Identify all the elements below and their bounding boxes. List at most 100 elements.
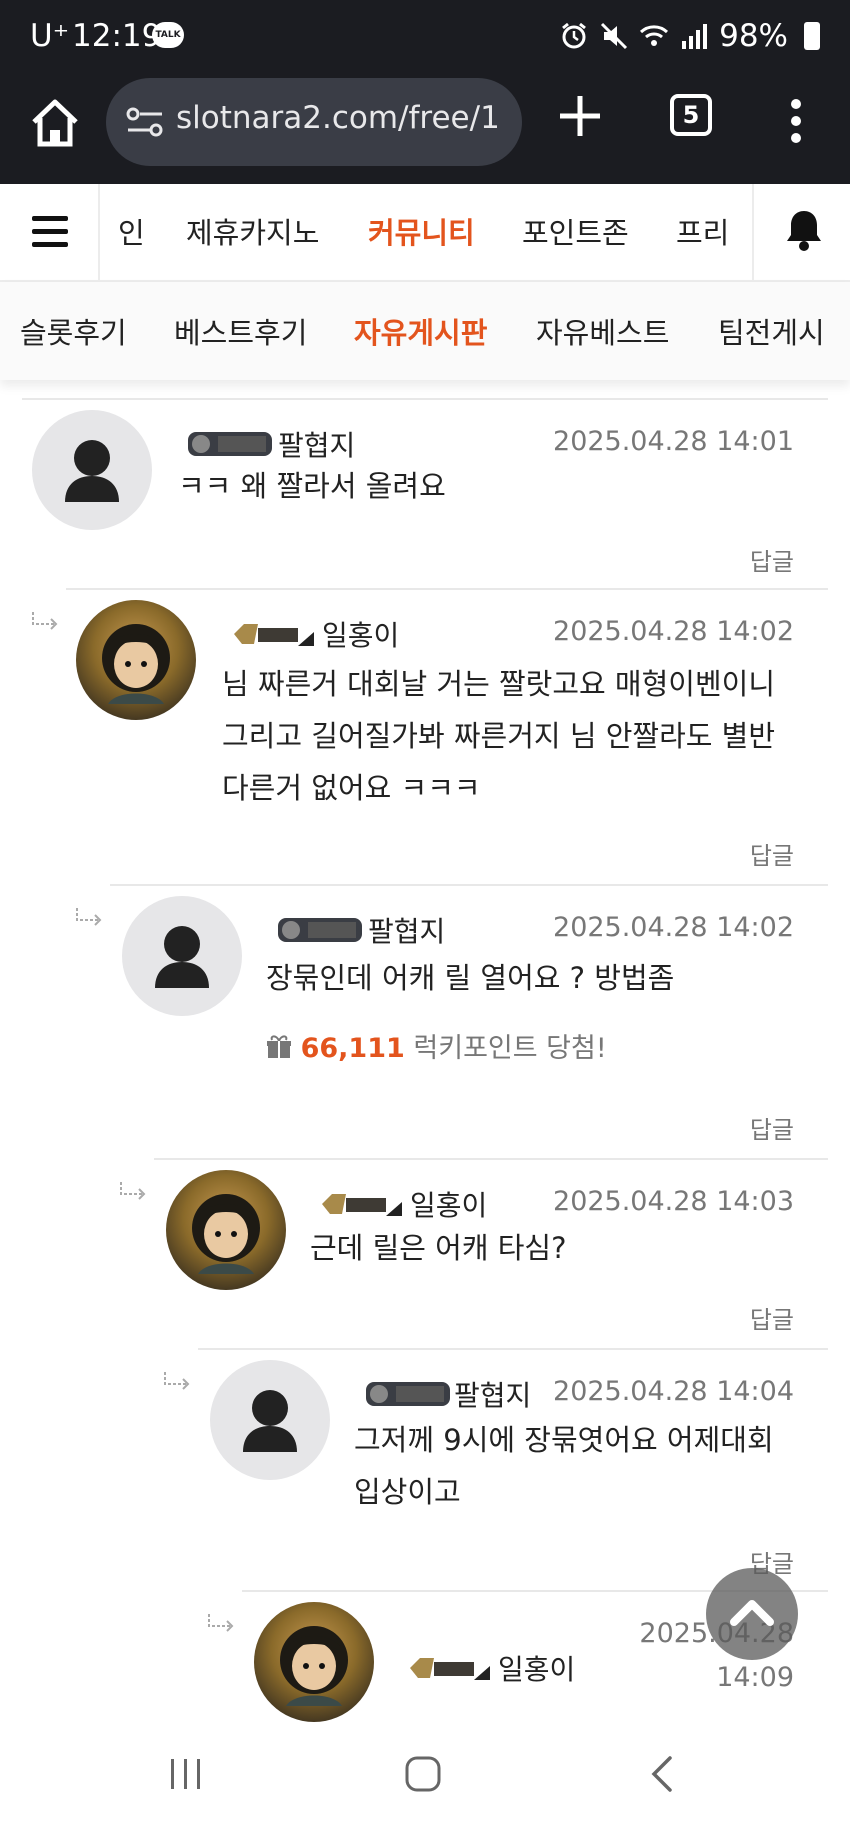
comment-body: 님 짜른거 대회날 거는 짤랏고요 매형이벤이니 그리고 길어질가봐 짜른거지 … — [222, 658, 775, 814]
level-badge-icon — [410, 1658, 490, 1680]
reply-arrow-icon — [120, 1182, 146, 1200]
system-nav-bar — [0, 1723, 850, 1823]
reply-button[interactable]: 답글 — [750, 542, 794, 577]
comment-date: 2025.04.28 14:02 — [553, 912, 794, 943]
back-icon[interactable] — [648, 1755, 674, 1793]
level-badge-icon — [366, 1382, 450, 1406]
reply-arrow-icon — [32, 612, 58, 630]
comment-author[interactable]: 팔협지 — [454, 1374, 531, 1414]
comment-list: 팔협지 2025.04.28 14:01 ㅋㅋ 왜 짤라서 올려요 답글 일홍이… — [0, 380, 850, 1723]
clock: 12:19 — [72, 18, 162, 54]
nav-item-free[interactable]: 프리 — [676, 210, 729, 252]
comment-author[interactable]: 일홍이 — [410, 1184, 487, 1224]
browser-toolbar: slotnara2.com/free/1 5 — [0, 72, 850, 184]
anime-avatar-image — [280, 1626, 348, 1706]
level-badge-icon — [322, 1194, 402, 1216]
reply-button[interactable]: 답글 — [750, 1110, 794, 1145]
comment-author[interactable]: 팔협지 — [278, 424, 355, 464]
avatar — [254, 1602, 374, 1722]
sub-nav: 슬롯후기 베스트후기 자유게시판 자유베스트 팀전게시 — [0, 282, 850, 380]
signal-icon — [682, 24, 708, 49]
comment-body: 근데 릴은 어캐 타심? — [310, 1222, 567, 1274]
battery-icon — [804, 22, 820, 50]
battery-percent: 98% — [719, 18, 788, 54]
comment-body: ㅋㅋ 왜 짤라서 올려요 — [178, 460, 446, 512]
comment-date: 2025.04.28 14:01 — [553, 426, 794, 457]
gift-icon — [267, 1035, 291, 1058]
sub-item-best-review[interactable]: 베스트후기 — [174, 310, 307, 352]
anime-avatar-image — [192, 1194, 260, 1274]
site-settings-icon[interactable] — [126, 106, 164, 138]
nav-item-community[interactable]: 커뮤니티 — [368, 210, 475, 252]
comment-item: 팔협지 2025.04.28 14:02 장묶인데 어캐 릴 열어요 ? 방법좀… — [110, 884, 828, 1158]
user-icon — [243, 1390, 297, 1452]
mute-icon — [601, 22, 628, 50]
comment-item: 일홍이 2025.04.28 14:03 근데 릴은 어캐 타심? 답글 — [154, 1158, 828, 1348]
level-badge-icon — [234, 624, 314, 646]
hamburger-menu-icon[interactable] — [0, 184, 100, 280]
comment-body: 장묶인데 어캐 릴 열어요 ? 방법좀 — [266, 952, 674, 1004]
comment-line: 그리고 길어질가봐 짜른거지 님 안짤라도 별반 — [222, 719, 776, 753]
comment-line: 근데 릴은 어캐 타심? — [310, 1231, 567, 1265]
comment-item: 팔협지 2025.04.28 14:04 그저께 9시에 장묶엿어요 어제대회 … — [198, 1348, 828, 1590]
address-bar[interactable]: slotnara2.com/free/1 — [106, 78, 522, 166]
url-text[interactable]: slotnara2.com/free/1 — [176, 100, 506, 136]
nav-item-partial[interactable]: 인 — [118, 210, 145, 252]
comment-item: 일홍이 2025.04.28 14:02 님 짜른거 대회날 거는 짤랏고요 매… — [66, 588, 828, 884]
comment-date: 2025.04.28 14:02 — [553, 616, 794, 647]
alarm-icon — [562, 22, 587, 49]
kakaotalk-icon: TALK — [152, 22, 184, 48]
comment-author[interactable]: 일홍이 — [498, 1648, 575, 1688]
comment-line: 장묶인데 어캐 릴 열어요 ? 방법좀 — [266, 961, 675, 995]
comment-date-line2: 14:09 — [716, 1662, 794, 1693]
sub-item-team-board[interactable]: 팀전게시 — [718, 310, 825, 352]
sub-item-free-board[interactable]: 자유게시판 — [354, 310, 487, 352]
reply-arrow-icon — [76, 908, 102, 926]
carrier-label: U⁺ — [30, 18, 70, 54]
status-bar: U⁺ 12:19 TALK 98% — [0, 0, 850, 72]
recent-apps-icon[interactable] — [168, 1757, 204, 1791]
sub-item-slot-review[interactable]: 슬롯후기 — [20, 310, 127, 352]
comment-date: 2025.04.28 14:04 — [553, 1376, 794, 1407]
comment-date: 2025.04.28 14:03 — [553, 1186, 794, 1217]
level-badge-icon — [188, 432, 272, 456]
wifi-icon — [640, 25, 669, 46]
comment-author[interactable]: 팔협지 — [368, 910, 445, 950]
comment-author[interactable]: 일홍이 — [322, 614, 399, 654]
tab-switcher-button[interactable]: 5 — [670, 94, 712, 136]
comment-line: 그저께 9시에 장묶엿어요 어제대회 — [354, 1423, 774, 1457]
main-nav: 인 제휴카지노 커뮤니티 포인트존 프리 — [0, 184, 850, 282]
user-icon — [155, 926, 209, 988]
user-icon — [65, 440, 119, 502]
reply-button[interactable]: 답글 — [750, 1300, 794, 1335]
sub-item-free-best[interactable]: 자유베스트 — [536, 310, 669, 352]
status-icons: 98% — [559, 18, 820, 54]
avatar — [210, 1360, 330, 1480]
lucky-point-label: 럭키포인트 당첨! — [413, 1033, 607, 1064]
notification-button[interactable] — [752, 184, 850, 280]
comment-line: 입상이고 — [354, 1475, 461, 1509]
comment-body: 그저께 9시에 장묶엿어요 어제대회 입상이고 — [354, 1414, 774, 1518]
chevron-up-icon — [730, 1600, 774, 1626]
scroll-to-top-button[interactable] — [706, 1568, 798, 1660]
home-nav-icon[interactable] — [404, 1755, 442, 1793]
comment-item: 팔협지 2025.04.28 14:01 ㅋㅋ 왜 짤라서 올려요 답글 — [22, 398, 828, 588]
more-menu-icon[interactable] — [786, 98, 806, 144]
bell-icon — [787, 211, 821, 251]
nav-item-point-zone[interactable]: 포인트존 — [522, 210, 629, 252]
reply-arrow-icon — [164, 1372, 190, 1390]
avatar — [76, 600, 196, 720]
comment-line: 다른거 없어요 ㅋㅋㅋ — [222, 771, 481, 805]
avatar — [122, 896, 242, 1016]
lucky-point-amount: 66,111 — [300, 1033, 405, 1064]
lucky-point-notice: 66,111 럭키포인트 당첨! — [266, 1026, 607, 1065]
avatar — [32, 410, 152, 530]
anime-avatar-image — [102, 624, 170, 704]
home-icon[interactable] — [28, 96, 82, 150]
new-tab-icon[interactable] — [556, 92, 604, 140]
nav-item-partner-casino[interactable]: 제휴카지노 — [186, 210, 319, 252]
comment-line: ㅋㅋ 왜 짤라서 올려요 — [178, 469, 446, 503]
comment-line: 님 짜른거 대회날 거는 짤랏고요 매형이벤이니 — [222, 667, 776, 701]
reply-button[interactable]: 답글 — [750, 836, 794, 871]
level-badge-icon — [278, 918, 362, 942]
